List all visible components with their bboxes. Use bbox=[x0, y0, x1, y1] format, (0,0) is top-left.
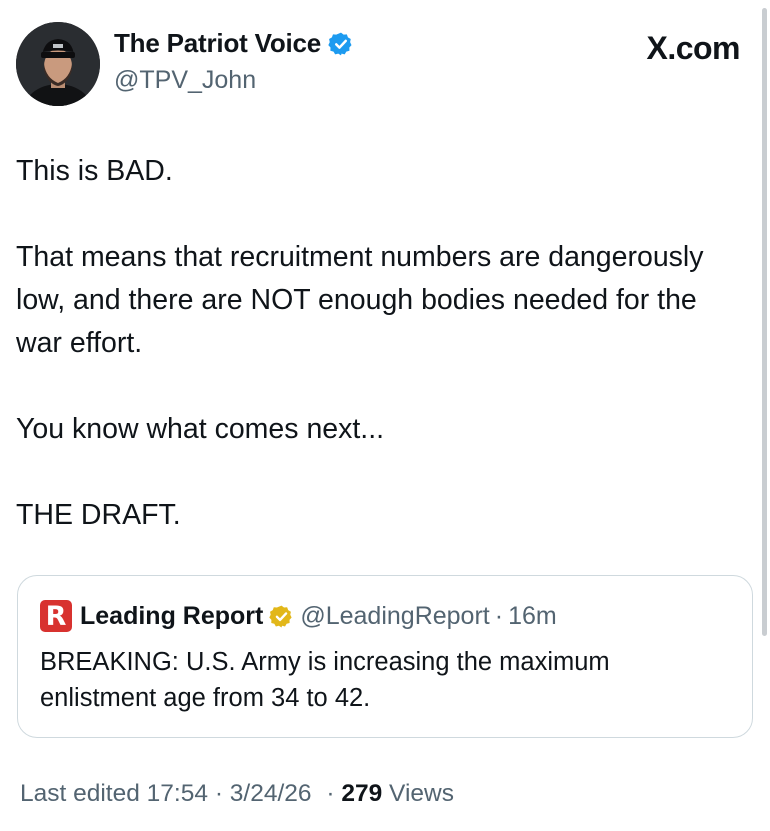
profile-photo-icon bbox=[16, 22, 100, 106]
author-handle[interactable]: @TPV_John bbox=[114, 66, 256, 95]
views-count: 279 bbox=[341, 780, 383, 807]
tweet-paragraph: THE DRAFT. bbox=[16, 499, 181, 531]
post-date[interactable]: 3/24/26 bbox=[230, 780, 312, 807]
edited-timestamp[interactable]: Last edited 17:54 bbox=[20, 780, 208, 807]
tweet-paragraph: This is BAD. bbox=[16, 155, 173, 187]
gold-verified-badge-icon bbox=[269, 604, 294, 629]
scrollbar[interactable] bbox=[762, 8, 767, 636]
quote-logo-letter: R bbox=[45, 600, 67, 632]
leading-report-logo-icon: R bbox=[40, 600, 72, 632]
tweet-metadata: Last edited 17:54 · 3/24/26 · 279 Views bbox=[20, 780, 454, 808]
tweet-paragraph: You know what comes next... bbox=[16, 413, 385, 445]
avatar[interactable] bbox=[16, 22, 100, 106]
author-name[interactable]: The Patriot Voice bbox=[114, 28, 354, 59]
author-name-text: The Patriot Voice bbox=[114, 28, 322, 58]
tweet-text: This is BAD. That means that recruitment… bbox=[16, 150, 746, 537]
separator-dot: · bbox=[326, 780, 335, 807]
views-label: Views bbox=[389, 780, 454, 807]
x-logo: X.com bbox=[646, 30, 740, 66]
separator-dot: · bbox=[494, 601, 504, 630]
separator-dot: · bbox=[214, 780, 223, 807]
tweet-paragraph: That means that recruitment numbers are … bbox=[16, 241, 704, 359]
quoted-timestamp[interactable]: 16m bbox=[508, 602, 557, 631]
quoted-tweet-card[interactable]: R Leading Report @LeadingReport · 16m BR… bbox=[17, 575, 753, 738]
quoted-tweet-header: R Leading Report @LeadingReport · 16m bbox=[40, 600, 557, 632]
quoted-author-name[interactable]: Leading Report bbox=[80, 602, 263, 631]
quoted-tweet-text: BREAKING: U.S. Army is increasing the ma… bbox=[40, 648, 610, 712]
verified-badge-icon bbox=[328, 31, 354, 57]
quoted-author-handle[interactable]: @LeadingReport bbox=[300, 602, 489, 631]
